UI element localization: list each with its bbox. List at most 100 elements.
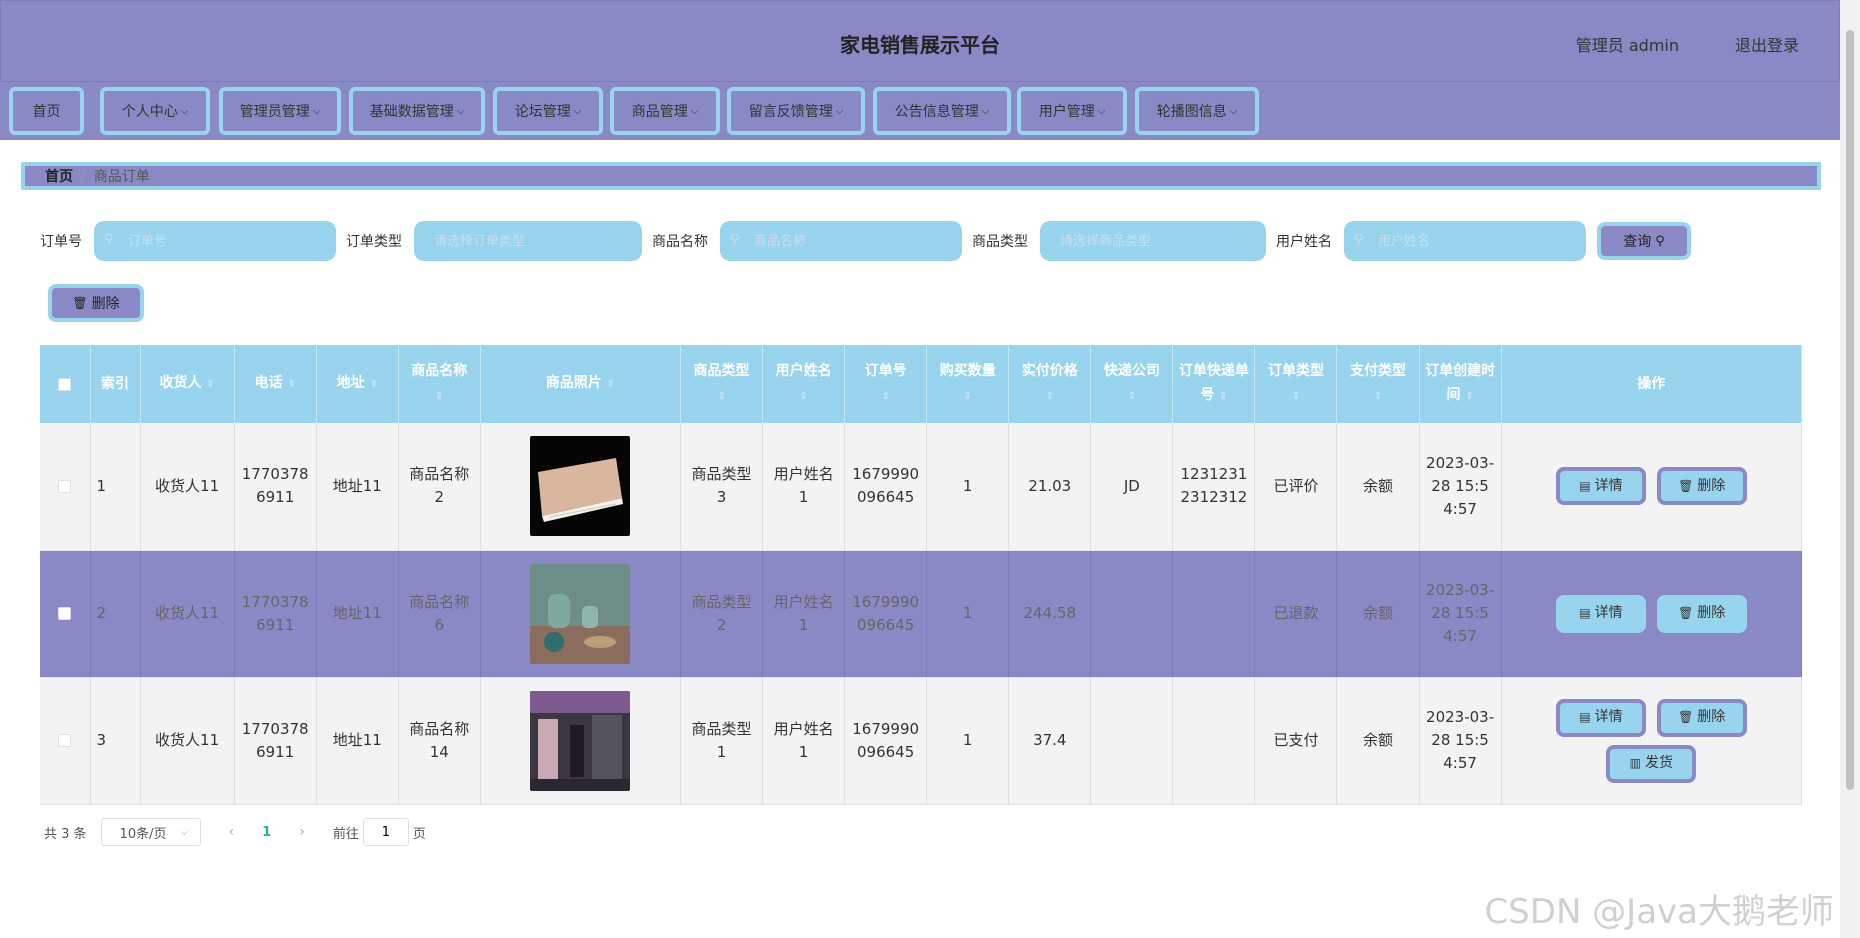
delete-button[interactable]: 🗑 删除 bbox=[1656, 594, 1747, 633]
trash-icon: 🗑 bbox=[1678, 606, 1694, 620]
app-title: 家电销售展示平台 bbox=[840, 33, 1000, 57]
page-size-select[interactable]: 10条/页 ⌵ bbox=[100, 818, 201, 846]
nav-base-data[interactable]: 基础数据管理 ⌵ bbox=[349, 87, 485, 135]
prev-page-icon[interactable]: ‹ bbox=[229, 824, 235, 840]
nav-notice[interactable]: 公告信息管理 ⌵ bbox=[873, 87, 1011, 135]
cell-quantity: 1 bbox=[926, 423, 1010, 551]
nav-user[interactable]: 用户管理 ⌵ bbox=[1017, 87, 1127, 135]
vertical-scrollbar[interactable] bbox=[1840, 0, 1860, 938]
next-page-icon[interactable]: › bbox=[299, 824, 305, 840]
sort-icon[interactable]: ⇕ bbox=[799, 391, 807, 402]
col-header[interactable]: 电话 ⇕ bbox=[234, 345, 317, 423]
pagination: 共 3 条 10条/页 ⌵ ‹ 1 › 前往 页 bbox=[44, 818, 426, 846]
cell-order-type: 已评价 bbox=[1254, 423, 1338, 551]
sort-icon[interactable]: ⇕ bbox=[1465, 391, 1473, 402]
col-header[interactable]: 订单号 ⇕ bbox=[844, 345, 928, 423]
col-header[interactable]: 订单类型 ⇕ bbox=[1254, 345, 1338, 423]
select-all-header[interactable] bbox=[40, 345, 91, 423]
nav-feedback[interactable]: 留言反馈管理 ⌵ bbox=[727, 87, 865, 135]
page-size-label: 10条/页 bbox=[119, 826, 167, 842]
chevron-down-icon: ⌵ bbox=[312, 105, 321, 117]
row-select-cell bbox=[40, 423, 91, 551]
goto-label: 前往 bbox=[332, 826, 359, 842]
col-header[interactable]: 商品名称 ⇕ bbox=[398, 345, 481, 423]
cell-price: 244.58 bbox=[1008, 550, 1092, 678]
row-checkbox[interactable] bbox=[58, 734, 72, 747]
sort-icon[interactable]: ⇕ bbox=[206, 379, 214, 390]
sort-icon[interactable]: ⇕ bbox=[717, 391, 725, 402]
chevron-down-icon: ⌵ bbox=[618, 232, 627, 245]
logout-link[interactable]: 退出登录 bbox=[1735, 32, 1799, 56]
goto-page-input[interactable] bbox=[362, 818, 409, 846]
cell-created: 2023-03-28 15:54:57 bbox=[1419, 677, 1502, 805]
sort-icon[interactable]: ⇕ bbox=[607, 379, 615, 390]
nav-home[interactable]: 首页 bbox=[9, 87, 84, 135]
search-icon: ⚲ bbox=[730, 232, 740, 247]
query-button[interactable]: 查询 ⚲ bbox=[1597, 222, 1691, 260]
cell-price: 37.4 bbox=[1008, 677, 1092, 805]
pagination-total: 共 3 条 bbox=[44, 826, 87, 842]
sort-icon[interactable]: ⇕ bbox=[1219, 391, 1227, 402]
cell-price: 21.03 bbox=[1008, 423, 1092, 551]
table-row: 1 收货人11 17703786911 地址11 商品名称2 商品类型3 用户姓… bbox=[40, 423, 1803, 551]
col-header: 操作 bbox=[1501, 345, 1803, 423]
order-no-input[interactable] bbox=[94, 221, 336, 261]
sort-icon[interactable]: ⇕ bbox=[881, 391, 889, 402]
col-header[interactable]: 订单快递单号 ⇕ bbox=[1172, 345, 1256, 423]
order-type-select[interactable] bbox=[414, 221, 642, 261]
col-header[interactable]: 商品类型 ⇕ bbox=[680, 345, 764, 423]
delete-label: 删除 bbox=[1697, 709, 1726, 725]
delete-button[interactable]: 🗑 删除 bbox=[1656, 467, 1747, 506]
col-header-label: 订单类型 bbox=[1267, 363, 1324, 379]
nav-personal-center[interactable]: 个人中心 ⌵ bbox=[100, 87, 210, 135]
cell-product-name: 商品名称2 bbox=[398, 423, 481, 551]
product-name-input[interactable] bbox=[720, 221, 962, 261]
chevron-down-icon: ⌵ bbox=[1097, 105, 1106, 117]
select-all-checkbox[interactable] bbox=[58, 377, 72, 391]
col-header[interactable]: 快递公司 ⇕ bbox=[1090, 345, 1174, 423]
delete-button[interactable]: 🗑 删除 bbox=[1656, 698, 1747, 737]
product-type-select[interactable] bbox=[1040, 221, 1266, 261]
sort-icon[interactable]: ⇕ bbox=[435, 391, 443, 402]
sort-icon[interactable]: ⇕ bbox=[1128, 391, 1136, 402]
col-header: 索引 bbox=[90, 345, 141, 423]
col-header[interactable]: 用户姓名 ⇕ bbox=[762, 345, 846, 423]
col-header[interactable]: 地址 ⇕ bbox=[316, 345, 399, 423]
nav-product[interactable]: 商品管理 ⌵ bbox=[610, 87, 720, 135]
cell-actions: ▤ 详情 🗑 删除 bbox=[1501, 550, 1803, 678]
col-header[interactable]: 支付类型 ⇕ bbox=[1336, 345, 1420, 423]
row-checkbox[interactable] bbox=[58, 607, 72, 620]
col-header[interactable]: 订单创建时间 ⇕ bbox=[1419, 345, 1502, 423]
kettle-set-image bbox=[530, 563, 631, 664]
detail-button[interactable]: ▤ 详情 bbox=[1555, 467, 1646, 506]
cell-actions: ▤ 详情 🗑 删除 ▥ 发货 bbox=[1501, 677, 1803, 805]
ship-button[interactable]: ▥ 发货 bbox=[1606, 744, 1697, 783]
current-page-number[interactable]: 1 bbox=[262, 825, 271, 840]
detail-button[interactable]: ▤ 详情 bbox=[1555, 594, 1646, 633]
col-header-label: 订单创建时间 bbox=[1425, 363, 1496, 403]
sort-icon[interactable]: ⇕ bbox=[1292, 391, 1300, 402]
detail-button[interactable]: ▤ 详情 bbox=[1555, 698, 1646, 737]
cell-pay-type: 余额 bbox=[1336, 423, 1420, 551]
row-checkbox[interactable] bbox=[58, 479, 72, 493]
current-user: 管理员 admin bbox=[1575, 36, 1679, 55]
breadcrumb-home[interactable]: 首页 bbox=[45, 166, 73, 186]
sort-icon[interactable]: ⇕ bbox=[1046, 391, 1054, 402]
sort-icon[interactable]: ⇕ bbox=[964, 391, 972, 402]
nav-forum[interactable]: 论坛管理 ⌵ bbox=[493, 87, 603, 135]
nav-carousel[interactable]: 轮播图信息 ⌵ bbox=[1135, 87, 1259, 135]
col-header[interactable]: 购买数量 ⇕ bbox=[926, 345, 1010, 423]
user-name-input[interactable] bbox=[1344, 221, 1586, 261]
col-header[interactable]: 实付价格 ⇕ bbox=[1008, 345, 1092, 423]
col-header[interactable]: 收货人 ⇕ bbox=[140, 345, 235, 423]
col-header[interactable]: 商品照片 ⇕ bbox=[480, 345, 681, 423]
sort-icon[interactable]: ⇕ bbox=[287, 379, 295, 390]
sort-icon[interactable]: ⇕ bbox=[369, 379, 377, 390]
scrollbar-thumb[interactable] bbox=[1846, 30, 1854, 790]
cell-index: 3 bbox=[90, 677, 141, 805]
product-type-label: 商品类型 bbox=[972, 234, 1028, 250]
nav-admin-manage[interactable]: 管理员管理 ⌵ bbox=[219, 87, 341, 135]
batch-delete-button[interactable]: 🗑 删除 bbox=[48, 284, 144, 322]
sort-icon[interactable]: ⇕ bbox=[1374, 391, 1382, 402]
watermark: CSDN @Java大鹅老师 bbox=[1484, 892, 1834, 932]
